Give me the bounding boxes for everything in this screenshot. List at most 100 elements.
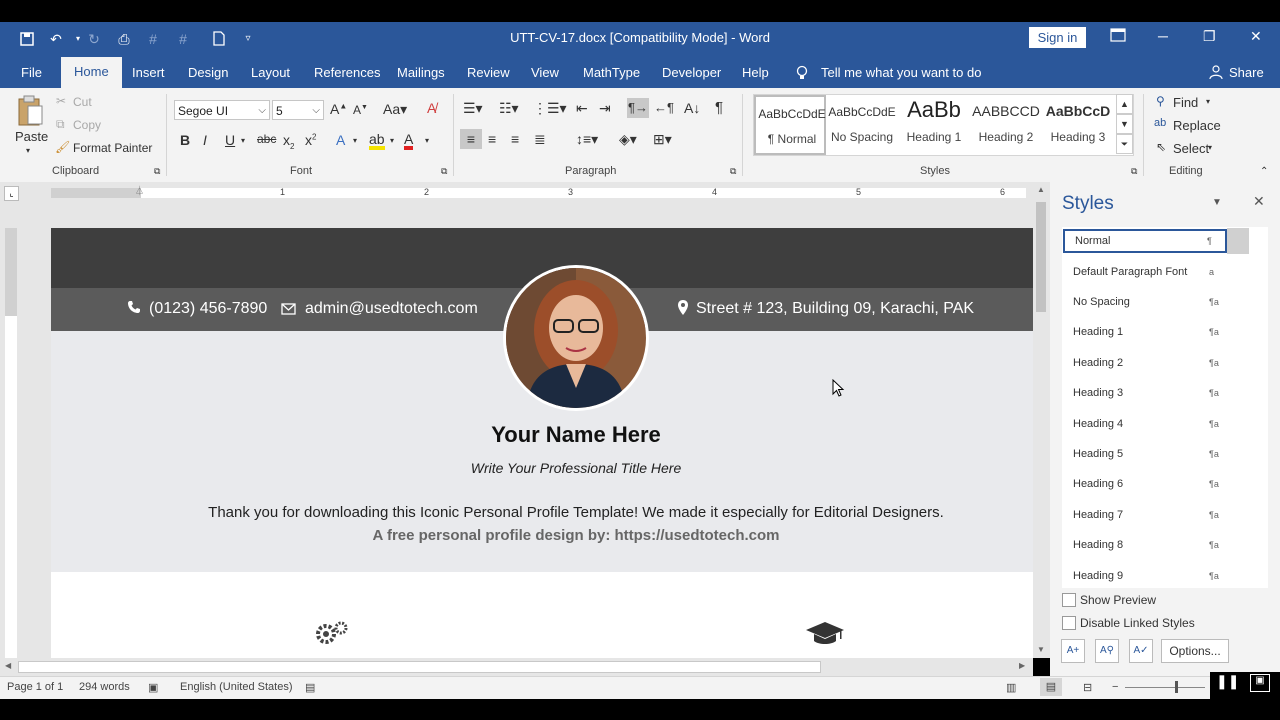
tab-design[interactable]: Design: [188, 65, 228, 80]
pause-icon[interactable]: ❚❚: [1216, 673, 1239, 690]
horizontal-scrollbar[interactable]: ◀ ▶: [0, 658, 1033, 676]
multilevel-list-icon[interactable]: ⋮☰▾: [533, 100, 567, 117]
gallery-more-icon[interactable]: ⏷: [1116, 134, 1133, 154]
styles-pane-item[interactable]: Heading 8 ¶a: [1063, 533, 1227, 557]
show-preview-checkbox[interactable]: [1062, 593, 1076, 607]
tab-view[interactable]: View: [531, 65, 559, 80]
close-icon[interactable]: ✕: [1250, 28, 1262, 45]
underline-icon[interactable]: U: [225, 132, 235, 148]
horizontal-scroll-thumb[interactable]: [18, 661, 821, 673]
align-left-icon[interactable]: ≡: [460, 129, 482, 149]
replace-button[interactable]: Replace: [1173, 118, 1221, 133]
paragraph-launcher-icon[interactable]: ⧉: [730, 166, 736, 177]
share-button[interactable]: Share: [1229, 65, 1264, 80]
word-count[interactable]: 294 words: [79, 681, 130, 693]
styles-launcher-icon[interactable]: ⧉: [1131, 166, 1137, 177]
chevron-down-icon[interactable]: ⌵: [312, 101, 320, 121]
styles-pane-item[interactable]: Heading 9 ¶a: [1063, 564, 1227, 588]
styles-pane-item-normal[interactable]: Normal ¶: [1063, 229, 1227, 253]
tab-developer[interactable]: Developer: [662, 65, 721, 80]
font-color-icon[interactable]: A: [404, 132, 414, 150]
scroll-up-icon[interactable]: ▲: [1037, 185, 1045, 194]
change-case-icon[interactable]: Aa▾: [383, 101, 407, 118]
highlight-icon[interactable]: ab: [369, 132, 385, 150]
numbering-icon[interactable]: ☷▾: [499, 100, 519, 117]
pane-options-icon[interactable]: ▼: [1212, 197, 1222, 208]
paste-icon[interactable]: [16, 94, 44, 131]
underline-dropdown-icon[interactable]: ▾: [241, 136, 245, 145]
vertical-scrollbar[interactable]: ▲ ▼: [1033, 182, 1050, 658]
share-icon[interactable]: [1209, 65, 1223, 82]
select-button[interactable]: Select: [1173, 141, 1209, 156]
disable-linked-styles-checkbox[interactable]: [1062, 616, 1076, 630]
tab-home[interactable]: Home: [61, 57, 122, 88]
zoom-slider-thumb[interactable]: [1175, 681, 1178, 693]
justify-icon[interactable]: ≣: [534, 131, 546, 148]
styles-pane-item[interactable]: Heading 1 ¶a: [1063, 320, 1227, 344]
styles-pane-item[interactable]: No Spacing ¶a: [1063, 290, 1227, 314]
gallery-scroll-down-icon[interactable]: ▼: [1116, 114, 1133, 134]
align-right-icon[interactable]: ≡: [511, 131, 519, 147]
gallery-scroll-up-icon[interactable]: ▲: [1116, 94, 1133, 114]
style-heading-1[interactable]: AaBb Heading 1: [898, 95, 970, 155]
format-painter-icon[interactable]: 🖌: [55, 140, 70, 154]
styles-pane-item[interactable]: Heading 5 ¶a: [1063, 442, 1227, 466]
select-dropdown-icon[interactable]: ▾: [1208, 143, 1212, 152]
find-icon[interactable]: ⚲: [1156, 94, 1165, 108]
increase-indent-icon[interactable]: ⇥: [599, 100, 611, 117]
select-icon[interactable]: ⇖: [1156, 140, 1166, 154]
borders-icon[interactable]: ⊞▾: [653, 131, 672, 148]
restore-icon[interactable]: ❐: [1203, 28, 1216, 45]
zoom-slider[interactable]: [1125, 687, 1205, 688]
tab-mailings[interactable]: Mailings: [397, 65, 445, 80]
style-heading-2[interactable]: AABBCCD Heading 2: [970, 95, 1042, 155]
style-normal[interactable]: AaBbCcDdE ¶ Normal: [754, 95, 826, 155]
proofing-icon[interactable]: ▣: [148, 681, 158, 694]
styles-pane-item[interactable]: Heading 4 ¶a: [1063, 412, 1227, 436]
tab-mathtype[interactable]: MathType: [583, 65, 640, 80]
presenter-icon[interactable]: ▣: [1250, 674, 1270, 692]
sort-icon[interactable]: A↓: [684, 100, 700, 116]
minimize-icon[interactable]: ─: [1158, 28, 1168, 44]
styles-pane-item[interactable]: Default Paragraph Font a: [1063, 260, 1227, 284]
close-pane-icon[interactable]: ✕: [1253, 193, 1265, 210]
styles-pane-item[interactable]: Heading 6 ¶a: [1063, 472, 1227, 496]
macro-recording-icon[interactable]: ▤: [305, 681, 315, 694]
tab-file[interactable]: File: [21, 65, 42, 80]
paste-button[interactable]: Paste: [15, 129, 48, 144]
tab-references[interactable]: References: [314, 65, 380, 80]
tab-help[interactable]: Help: [742, 65, 769, 80]
styles-pane-item[interactable]: Heading 7 ¶a: [1063, 503, 1227, 527]
font-name-combo[interactable]: Segoe UI ⌵: [174, 100, 270, 120]
tab-selector-icon[interactable]: ⌞: [4, 186, 19, 201]
page-count[interactable]: Page 1 of 1: [7, 681, 63, 693]
tab-review[interactable]: Review: [467, 65, 510, 80]
decrease-indent-icon[interactable]: ⇤: [576, 100, 588, 117]
bullets-icon[interactable]: ☰▾: [463, 100, 483, 117]
collapse-ribbon-icon[interactable]: ⌃: [1260, 166, 1268, 177]
show-formatting-marks-icon[interactable]: ¶: [715, 99, 723, 116]
italic-icon[interactable]: I: [203, 132, 207, 148]
grow-font-icon[interactable]: A▲: [330, 101, 347, 117]
vertical-scroll-thumb[interactable]: [1036, 202, 1046, 312]
find-button[interactable]: Find: [1173, 95, 1198, 110]
list-scroll-thumb[interactable]: [1227, 228, 1249, 254]
replace-icon[interactable]: ab: [1154, 117, 1166, 129]
tab-insert[interactable]: Insert: [132, 65, 165, 80]
highlight-dropdown-icon[interactable]: ▾: [390, 136, 394, 145]
strikethrough-icon[interactable]: abc: [257, 132, 276, 146]
find-dropdown-icon[interactable]: ▾: [1206, 97, 1210, 106]
font-launcher-icon[interactable]: ⧉: [441, 166, 447, 177]
options-button[interactable]: Options...: [1161, 639, 1229, 663]
new-style-icon[interactable]: A+: [1061, 639, 1085, 663]
indent-marker-icon[interactable]: ⏃: [135, 184, 144, 197]
zoom-out-icon[interactable]: −: [1112, 681, 1118, 693]
shading-icon[interactable]: ◈▾: [619, 131, 637, 148]
align-center-icon[interactable]: ≡: [488, 131, 496, 147]
web-layout-icon[interactable]: ⊟: [1083, 681, 1092, 694]
scroll-down-icon[interactable]: ▼: [1037, 645, 1045, 654]
print-layout-icon[interactable]: ▤: [1040, 678, 1062, 696]
styles-pane-item[interactable]: Heading 2 ¶a: [1063, 351, 1227, 375]
font-size-combo[interactable]: 5 ⌵: [272, 100, 324, 120]
ltr-text-direction-icon[interactable]: ¶→: [627, 98, 649, 118]
